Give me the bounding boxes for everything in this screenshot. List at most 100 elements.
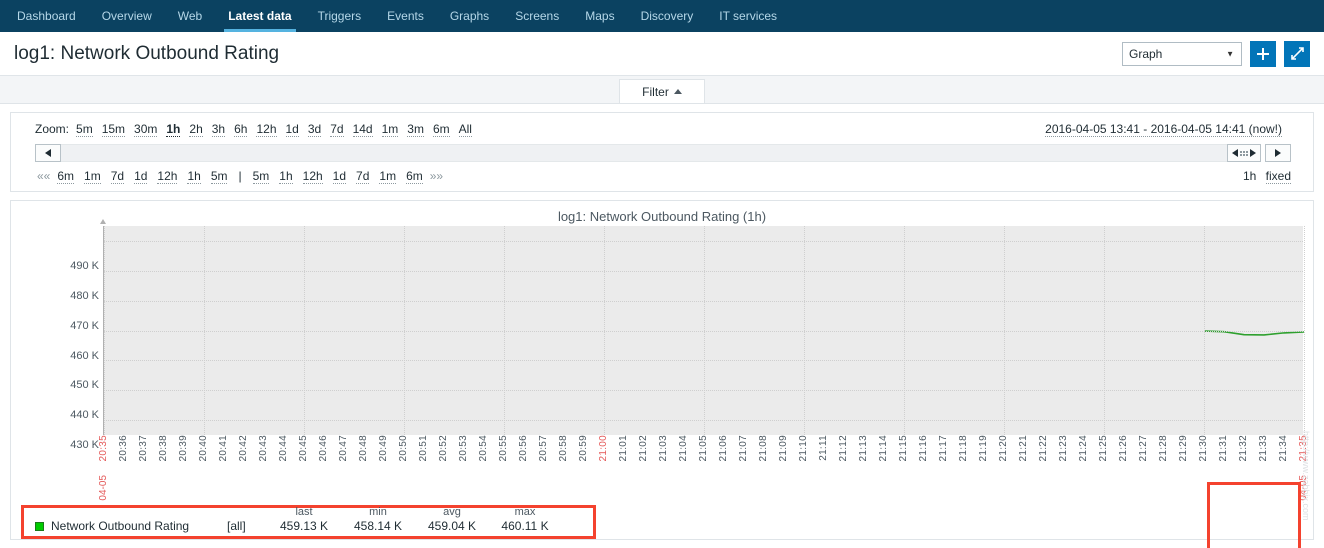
zoom-link-7d[interactable]: 7d [330,122,344,137]
x-axis-tick-label: 21:22 [1038,435,1049,462]
resize-grip-icon [1240,150,1248,156]
x-axis-tick-label: 21:18 [958,435,969,462]
graph-canvas: 490 K 480 K 470 K 460 K 450 K 440 K 430 K 20:3… [11,201,1313,548]
zoom-link-3h[interactable]: 3h [211,122,226,137]
legend-aggregate: [all] [227,519,246,533]
zoom-link-1d[interactable]: 1d [285,122,299,137]
forward-link-7d[interactable]: 7d [356,169,370,184]
add-button[interactable] [1250,40,1276,67]
filter-tab[interactable]: Filter [619,79,705,103]
forward-link-12h[interactable]: 12h [302,169,323,184]
x-axis-tick-label: 21:15 [898,435,909,462]
jump-first-icon[interactable]: «« [37,169,50,183]
zoom-link-30m[interactable]: 30m [134,122,158,137]
zoom-link-3m[interactable]: 3m [407,122,424,137]
x-axis-tick-label: 21:21 [1018,435,1029,462]
x-axis-tick-label: 20:39 [178,435,189,462]
zoom-link-all[interactable]: All [458,122,472,137]
x-axis-tick-label: 21:17 [938,435,949,462]
arrow-left-icon [45,149,51,157]
nav-item-it-services[interactable]: IT services [706,0,790,32]
zoom-link-6m[interactable]: 6m [432,122,450,137]
nav-item-graphs[interactable]: Graphs [437,0,502,32]
arrow-left-icon [1232,149,1238,157]
nav-item-events[interactable]: Events [374,0,437,32]
zoom-link-6h[interactable]: 6h [234,122,248,137]
zoom-link-5m[interactable]: 5m [76,122,93,137]
links-separator: | [238,169,242,183]
x-axis-tick-label: 20:36 [118,435,129,462]
view-type-select[interactable]: Graph ▼ [1122,41,1242,66]
x-axis-tick-label: 20:38 [158,435,169,462]
zoom-link-15m[interactable]: 15m [101,122,126,137]
back-link-12h[interactable]: 12h [157,169,178,184]
zoom-link-1m[interactable]: 1m [381,122,399,137]
period-mode-link[interactable]: fixed [1265,169,1291,184]
zoom-label: Zoom: [35,122,70,136]
nav-item-discovery[interactable]: Discovery [628,0,707,32]
forward-link-1d[interactable]: 1d [332,169,347,184]
x-axis-tick-label: 21:01 [618,435,629,462]
x-axis-tick-label: 21:31 [1218,435,1229,462]
arrow-right-icon [1250,149,1256,157]
x-axis-tick-label: 21:20 [998,435,1009,462]
x-axis-tick-label: 21:30 [1198,435,1209,462]
date-range-link[interactable]: 2016-04-05 13:41 - 2016-04-05 14:41 (now… [1045,122,1282,137]
nav-label: IT services [719,9,778,23]
nav-item-screens[interactable]: Screens [502,0,572,32]
back-link-7d[interactable]: 7d [110,169,125,184]
nav-item-dashboard[interactable]: Dashboard [4,0,89,32]
x-axis-tick-label: 20:41 [218,435,229,462]
fullscreen-button[interactable] [1284,40,1310,67]
forward-link-6m[interactable]: 6m [406,169,423,184]
graph-panel: log1: Network Outbound Rating (1h) 490 K… [10,200,1314,548]
graph-legend: last min avg max Network Outbound Rating [a… [21,505,596,539]
gridline-vertical [1004,226,1005,435]
x-axis-tick-label: 20:35 [98,435,109,462]
back-link-1d[interactable]: 1d [134,169,148,184]
plot-area[interactable] [103,226,1305,435]
gridline-vertical [104,226,105,435]
scroll-left-button[interactable] [35,144,61,162]
x-axis-tick-label: 20:37 [138,435,149,462]
zoom-link-2h[interactable]: 2h [189,122,203,137]
period-status: 1h fixed [1243,169,1291,184]
forward-link-1h[interactable]: 1h [279,169,293,184]
nav-item-web[interactable]: Web [165,0,215,32]
nav-label: Web [177,9,203,23]
zoom-link-12h[interactable]: 12h [256,122,277,137]
x-axis-tick-label: 21:34 [1278,435,1289,462]
x-axis-tick-label: 21:32 [1238,435,1249,462]
zoom-link-3d[interactable]: 3d [307,122,322,137]
plus-icon [1257,47,1269,60]
scroll-right-button[interactable] [1265,144,1291,162]
legend-header: last [295,506,313,518]
jump-last-icon[interactable]: »» [430,169,443,183]
y-axis-tick-label: 490 K [70,259,99,272]
nav-item-latest-data[interactable]: Latest data [215,0,304,32]
y-axis-tick-label: 440 K [70,409,99,422]
nav-item-maps[interactable]: Maps [572,0,627,32]
zoom-link-1h[interactable]: 1h [166,122,181,137]
nav-item-overview[interactable]: Overview [89,0,165,32]
forward-link-1m[interactable]: 1m [379,169,397,184]
x-axis-tick-label: 20:40 [198,435,209,462]
timeline-scrollbar[interactable] [35,143,1291,163]
scrollbar-track[interactable] [61,144,1227,162]
back-link-6m[interactable]: 6m [57,169,75,184]
page-header: log1: Network Outbound Rating Graph ▼ [0,32,1324,76]
back-link-1m[interactable]: 1m [84,169,101,184]
view-type-value: Graph [1129,46,1163,61]
back-link-5m[interactable]: 5m [210,169,228,184]
x-axis-tick-label: 21:19 [978,435,989,462]
nav-label: Dashboard [17,9,76,23]
x-axis-tick-label: 21:29 [1178,435,1189,462]
x-axis-tick-label: 21:04 [678,435,689,462]
zoom-link-14d[interactable]: 14d [352,122,373,137]
forward-link-5m[interactable]: 5m [252,169,270,184]
scrollbar-resize-grip[interactable] [1227,144,1261,162]
nav-item-triggers[interactable]: Triggers [305,0,375,32]
back-link-1h[interactable]: 1h [187,169,201,184]
x-axis-tick-label: 21:00 [598,435,609,462]
x-axis-tick-label: 20:58 [558,435,569,462]
